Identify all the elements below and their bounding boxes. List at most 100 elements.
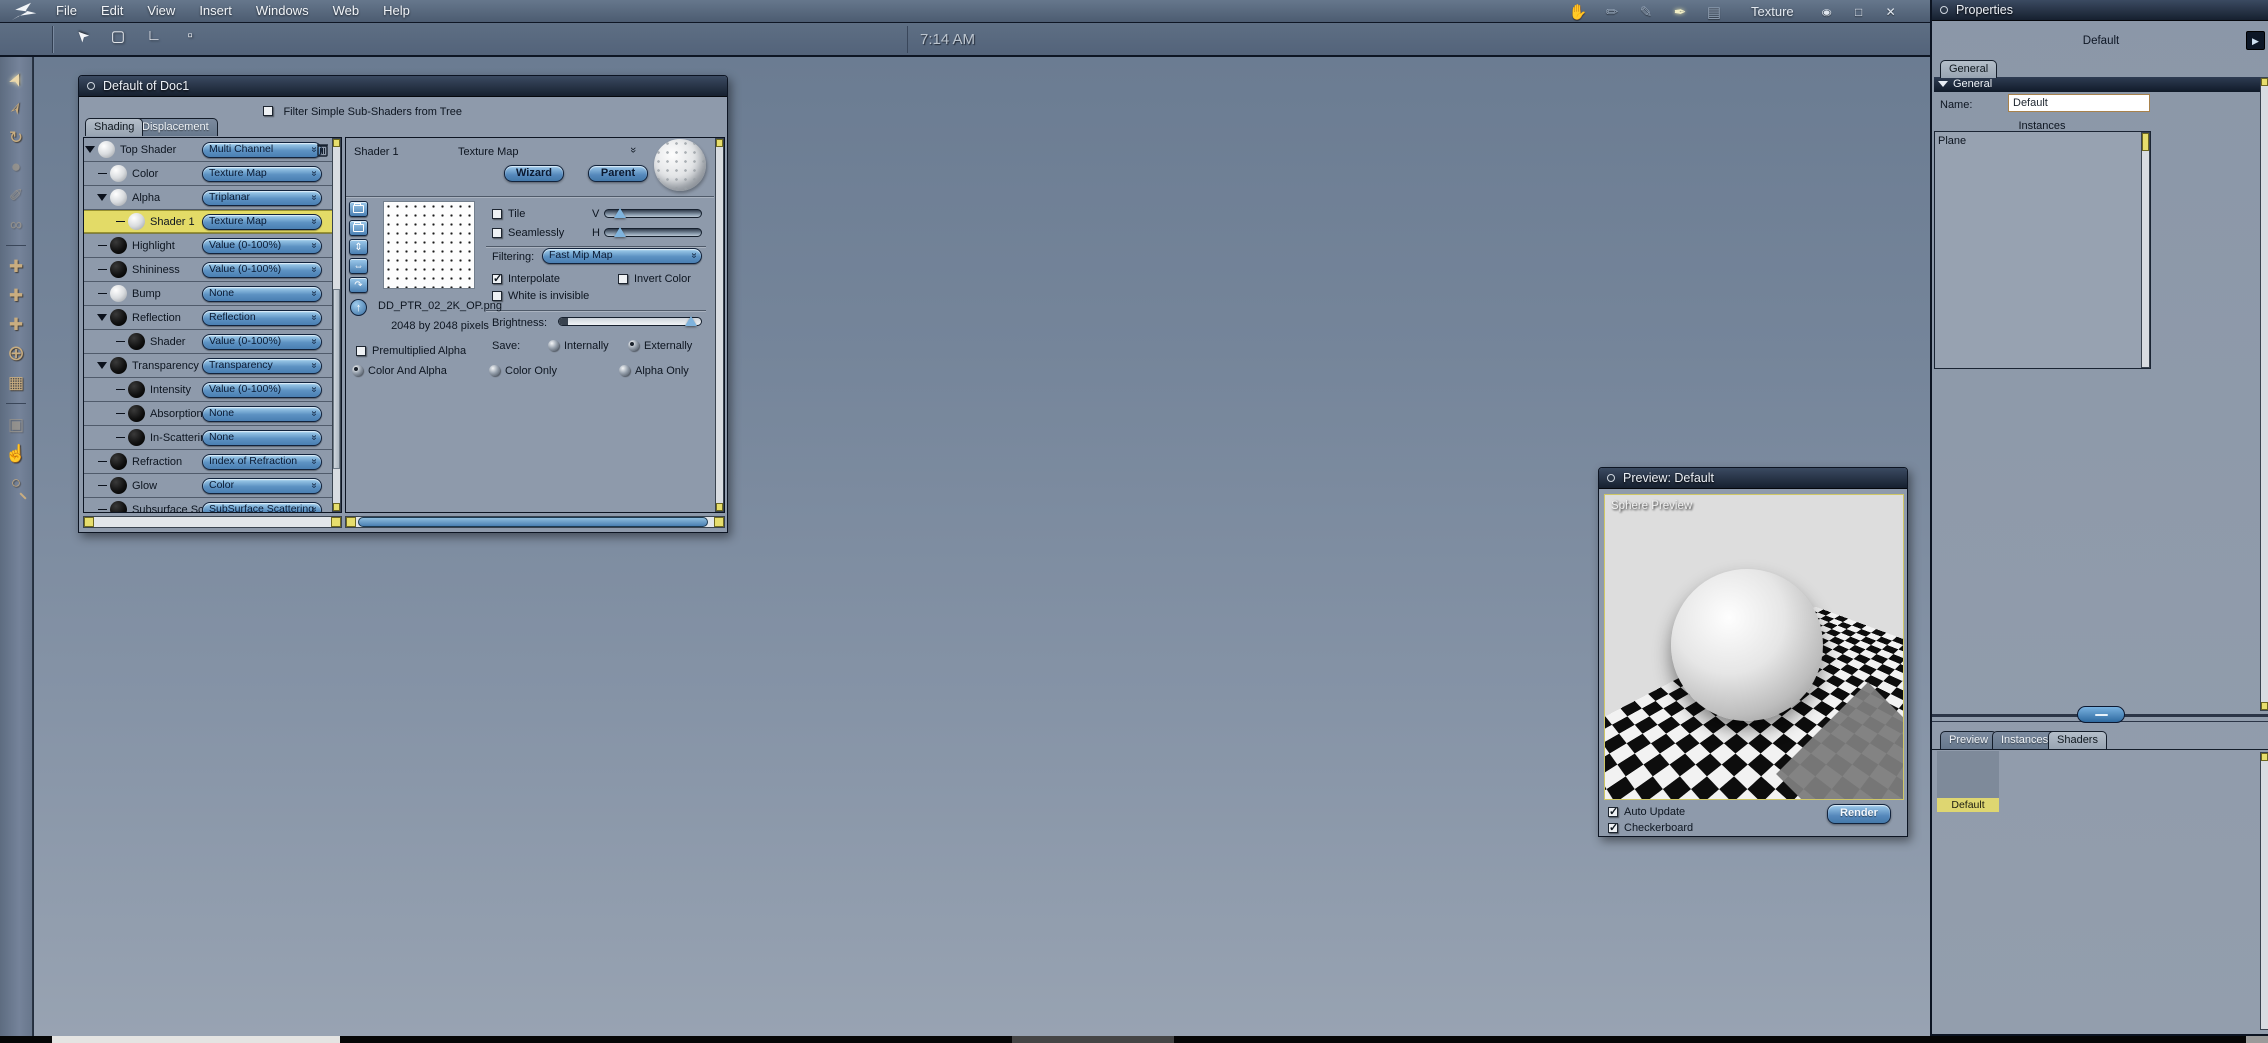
tab-shading[interactable]: Shading <box>85 118 144 136</box>
tab-general[interactable]: General <box>1940 60 1998 78</box>
expander-triangle-icon[interactable] <box>85 146 95 153</box>
windowshade-button[interactable] <box>1607 474 1615 482</box>
shader-tree-row-refraction[interactable]: Refraction Index of Refraction» <box>84 450 341 474</box>
tree-scrollbar[interactable] <box>332 138 341 512</box>
white-invisible-checkbox[interactable] <box>492 291 502 301</box>
menu-item-windows[interactable]: Windows <box>256 3 309 18</box>
tab-shaders[interactable]: Shaders <box>2048 731 2107 749</box>
channel-type-dropdown[interactable]: SubSurface Scattering» <box>202 502 322 512</box>
plane-grid-icon[interactable]: ▦ <box>0 368 32 397</box>
rect-handles-icon[interactable]: ▢ <box>108 27 128 45</box>
zoom-icon[interactable]: ○ <box>0 468 32 497</box>
rotate-image-button[interactable]: ↷ <box>349 277 368 293</box>
channel-type-dropdown[interactable]: Transparency» <box>202 358 322 374</box>
pan-hand-icon[interactable]: ✋ <box>1565 3 1591 21</box>
shader-tree-row-absorption[interactable]: Absorption None» <box>84 402 341 426</box>
channel-type-dropdown[interactable]: Index of Refraction» <box>202 454 322 470</box>
instance-item[interactable]: Plane <box>1938 135 1966 147</box>
seamlessly-checkbox[interactable] <box>492 228 502 238</box>
maximize-icon[interactable]: □ <box>1850 5 1868 19</box>
type-chevron-icon[interactable]: » <box>627 147 639 153</box>
channel-type-dropdown[interactable]: Value (0-100%)» <box>202 262 322 278</box>
channel-type-dropdown[interactable]: Value (0-100%)» <box>202 334 322 350</box>
move-x-icon[interactable]: ✚ <box>0 310 32 339</box>
alpha-only-radio[interactable] <box>619 365 630 376</box>
brush-icon[interactable]: ✏ <box>1599 3 1625 21</box>
save-externally-radio[interactable] <box>628 340 639 351</box>
invert-color-checkbox[interactable] <box>618 274 628 284</box>
windowshade-button[interactable] <box>87 82 95 90</box>
shader-tree-row-transparency[interactable]: Transparency Transparency» <box>84 354 341 378</box>
interpolate-checkbox[interactable] <box>492 272 502 285</box>
shader-tree-row-shininess[interactable]: Shininess Value (0-100%)» <box>84 258 341 282</box>
shader-tree-row-alpha[interactable]: Alpha Triplanar» <box>84 186 341 210</box>
menu-item-help[interactable]: Help <box>383 3 410 18</box>
taskbar-dock-segment[interactable] <box>1012 1036 1174 1043</box>
move-all-icon[interactable]: ⊕ <box>0 339 32 368</box>
trash-icon[interactable] <box>316 142 329 162</box>
shader-tree-row-color[interactable]: Color Texture Map» <box>84 162 341 186</box>
detail-shader-type[interactable]: Texture Map <box>458 146 519 158</box>
detail-scrollbar[interactable] <box>715 138 724 512</box>
eye-icon[interactable]: ◉ <box>1818 5 1836 19</box>
render-preview-image[interactable]: Sphere Preview <box>1604 494 1904 800</box>
color-and-alpha-radio[interactable] <box>352 365 363 376</box>
eyedropper-icon[interactable]: ✐ <box>0 181 32 210</box>
channel-type-dropdown[interactable]: Multi Channel» <box>202 142 322 158</box>
channel-type-dropdown[interactable]: Triplanar» <box>202 190 322 206</box>
shader-tree-row-glow[interactable]: Glow Color» <box>84 474 341 498</box>
general-section-header[interactable]: General <box>1934 77 2261 92</box>
channel-type-dropdown[interactable]: None» <box>202 286 322 302</box>
flip-horizontal-button[interactable]: ⇔ <box>349 258 368 274</box>
shader-tree-row-in-scattering[interactable]: In-Scattering None» <box>84 426 341 450</box>
brightness-slider[interactable] <box>558 316 702 326</box>
shader-tree-row-top-shader[interactable]: Top Shader Multi Channel» <box>84 138 341 162</box>
shader-thumbnail-cell[interactable] <box>1937 751 1999 798</box>
checkerboard-checkbox[interactable] <box>1608 821 1618 834</box>
wizard-button[interactable]: Wizard <box>504 165 564 182</box>
rect-dotted-icon[interactable]: ▫ <box>180 27 200 45</box>
shader-tree-row-bump[interactable]: Bump None» <box>84 282 341 306</box>
properties-scrollbar[interactable] <box>2260 77 2268 711</box>
render-button[interactable]: Render <box>1827 804 1891 824</box>
open-file-button[interactable] <box>349 201 368 217</box>
channel-type-dropdown[interactable]: Value (0-100%)» <box>202 382 322 398</box>
hand-icon[interactable]: ☝ <box>0 439 32 468</box>
shader-nav-arrow-button[interactable]: ▶ <box>2246 31 2265 50</box>
pen-icon[interactable]: ✎ <box>1633 3 1659 21</box>
shader-item-label[interactable]: Default <box>1937 798 1999 812</box>
channel-type-dropdown[interactable]: Value (0-100%)» <box>202 238 322 254</box>
rotate-icon[interactable]: ↻ <box>0 123 32 152</box>
shader-window-titlebar[interactable]: Default of Doc1 <box>79 76 727 97</box>
tree-hscrollbar[interactable] <box>83 516 342 528</box>
properties-titlebar[interactable]: Properties <box>1932 0 2268 21</box>
menu-item-file[interactable]: File <box>56 3 77 18</box>
splitter-handle[interactable] <box>2077 706 2125 723</box>
menu-item-edit[interactable]: Edit <box>101 3 123 18</box>
reload-image-button[interactable]: ↑ <box>350 299 367 316</box>
windowshade-button[interactable] <box>1940 6 1948 14</box>
tab-preview[interactable]: Preview <box>1940 731 1998 749</box>
quill-icon[interactable]: ✒ <box>1667 3 1693 21</box>
channel-type-dropdown[interactable]: None» <box>202 406 322 422</box>
direct-select-arrow-icon[interactable]: ➢ <box>0 94 32 123</box>
v-slider[interactable] <box>604 208 702 218</box>
selection-arrow-icon[interactable]: ➤ <box>72 25 93 46</box>
open-recent-button[interactable] <box>349 220 368 236</box>
expander-triangle-icon[interactable] <box>97 314 107 321</box>
parent-button[interactable]: Parent <box>588 165 648 182</box>
h-slider[interactable] <box>604 227 702 237</box>
menu-item-web[interactable]: Web <box>333 3 360 18</box>
close-icon[interactable]: ✕ <box>1882 5 1900 19</box>
preview-window-titlebar[interactable]: Preview: Default <box>1599 468 1907 489</box>
channel-type-dropdown[interactable]: Reflection» <box>202 310 322 326</box>
expander-triangle-icon[interactable] <box>97 362 107 369</box>
channel-type-dropdown[interactable]: Texture Map» <box>202 214 322 230</box>
film-icon[interactable]: ▤ <box>1701 3 1727 21</box>
select-arrow-icon[interactable]: ➤ <box>0 65 32 94</box>
instances-scrollbar[interactable] <box>2141 132 2150 368</box>
shader-tree-row-subsurface-sc[interactable]: Subsurface Sc SubSurface Scattering» <box>84 498 341 512</box>
shader-tree-row-shader[interactable]: Shader Value (0-100%)» <box>84 330 341 354</box>
save-internally-radio[interactable] <box>548 340 559 351</box>
move-xy-icon[interactable]: ✚ <box>0 252 32 281</box>
